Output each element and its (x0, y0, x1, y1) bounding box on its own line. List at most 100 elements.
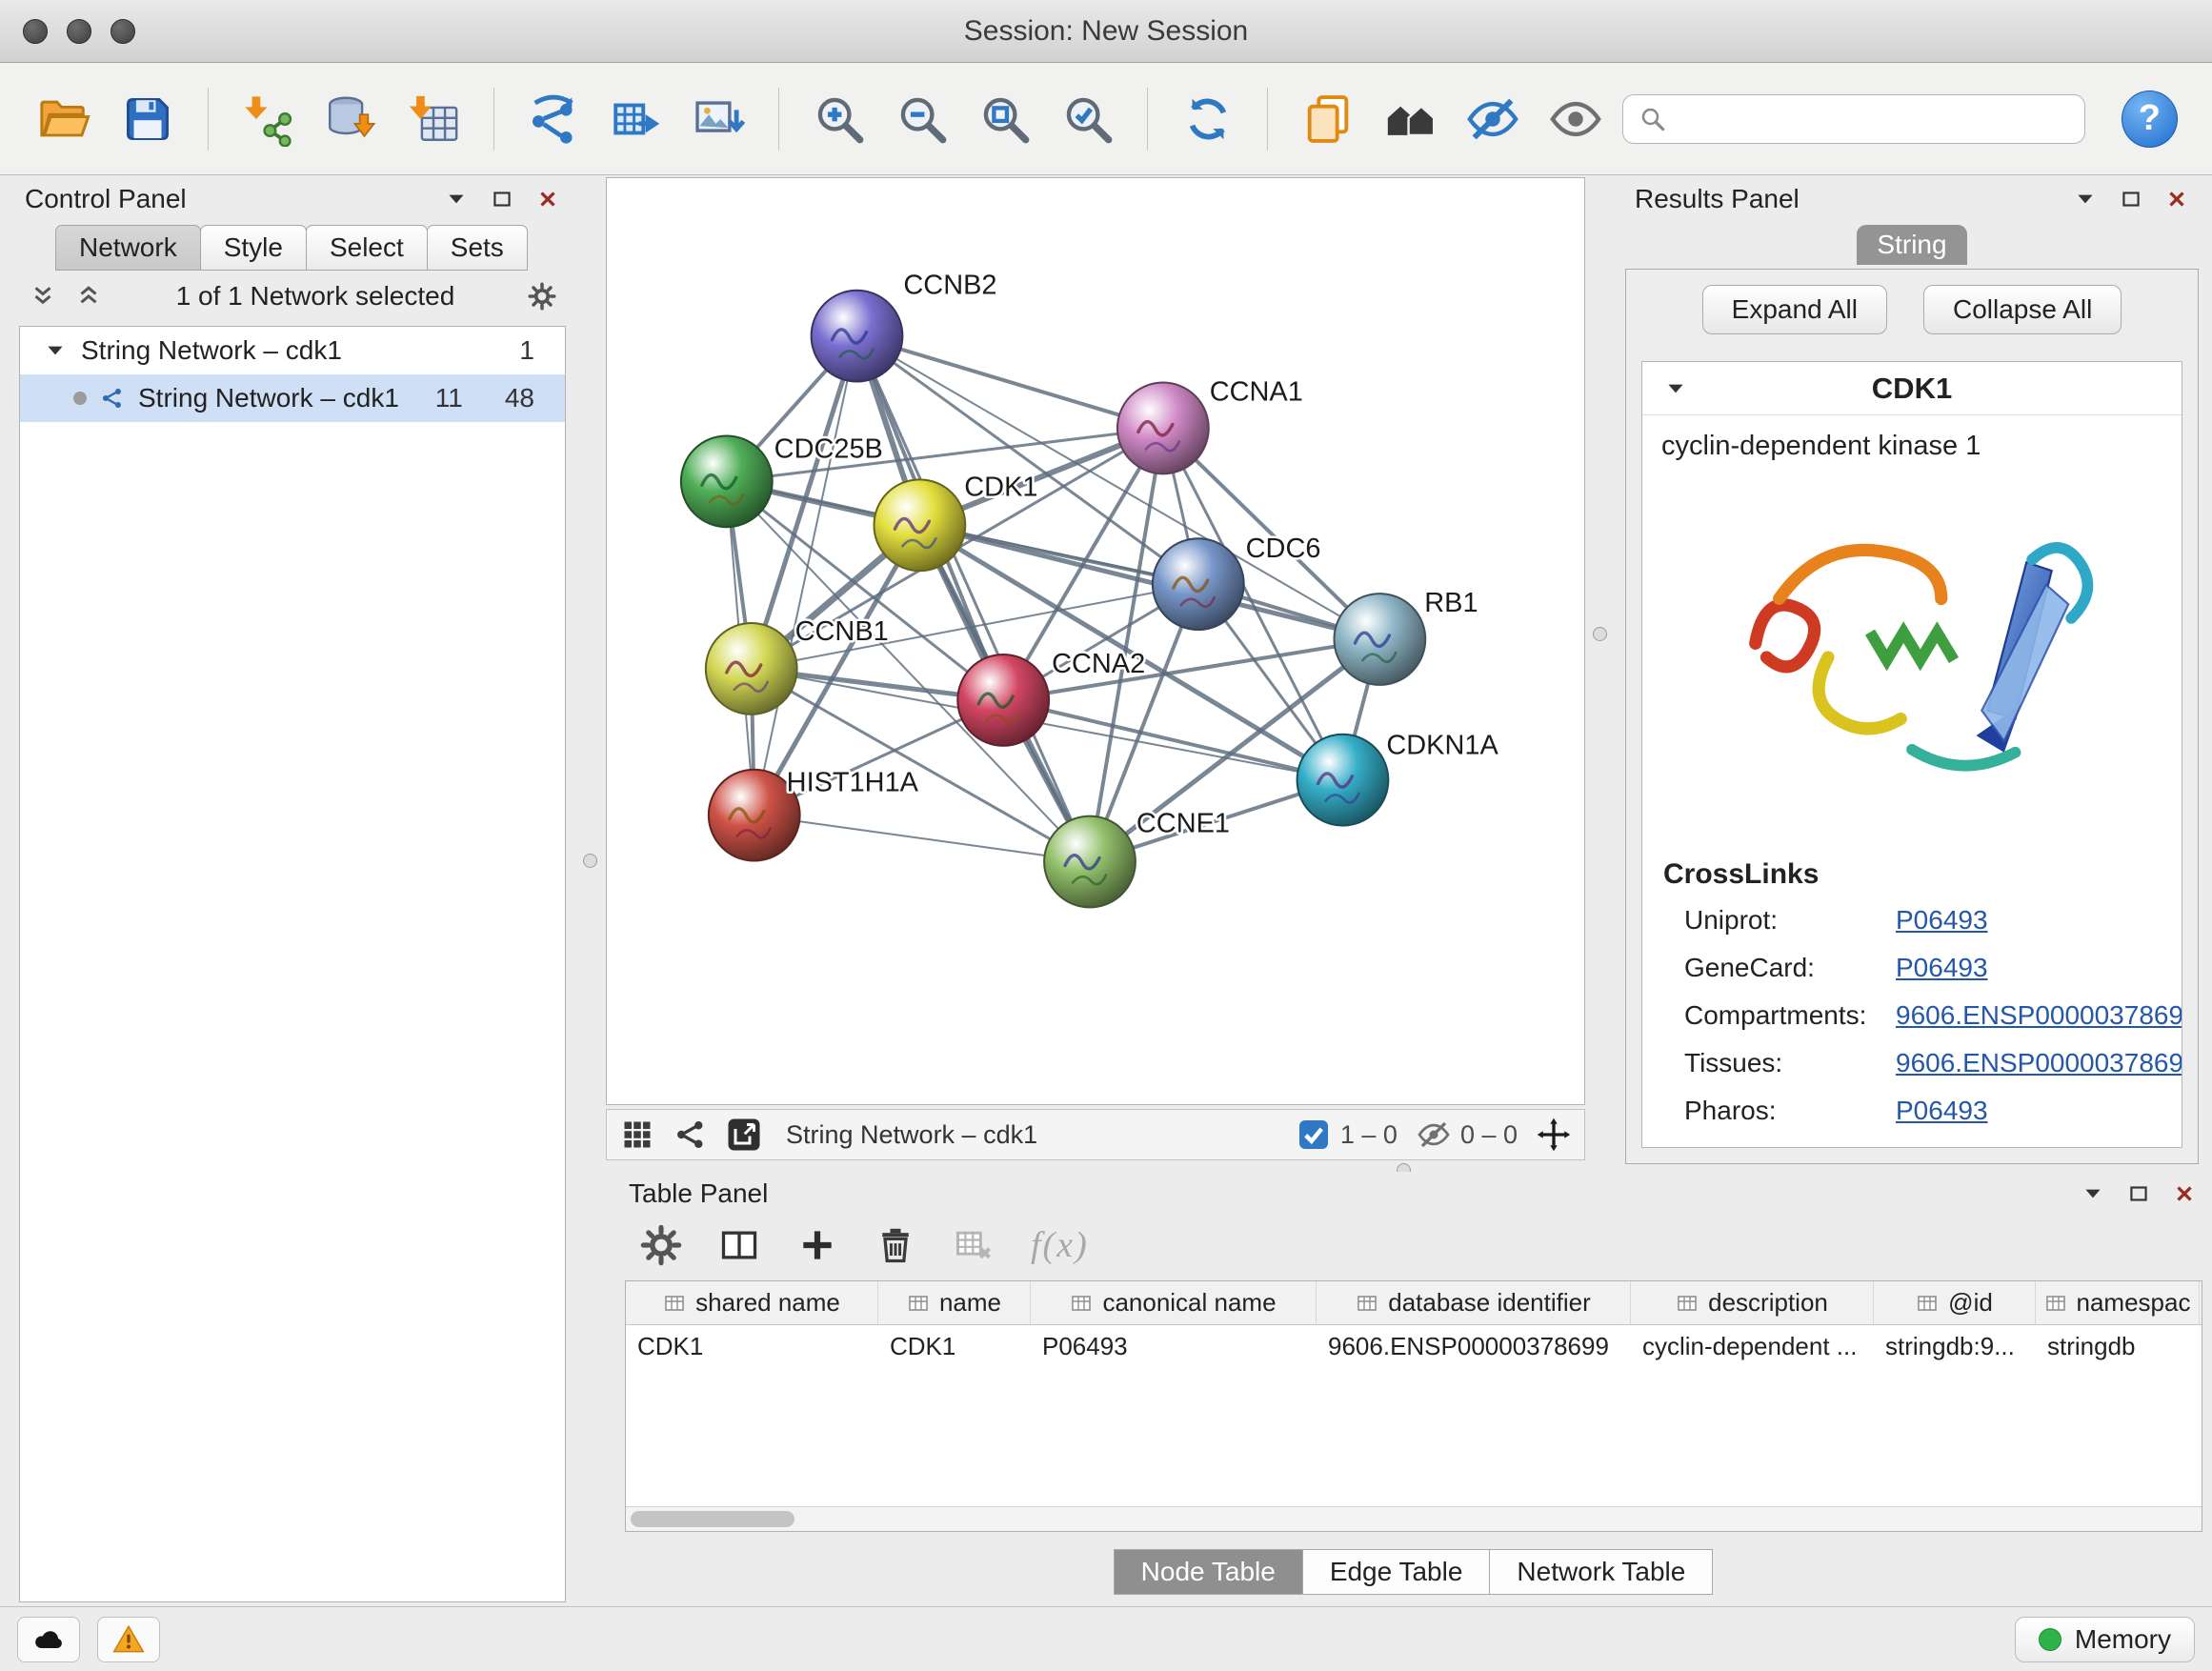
column-header-database-identifier[interactable]: database identifier (1317, 1281, 1631, 1324)
window-close-button[interactable] (23, 19, 48, 44)
node-CCNE1[interactable] (1044, 816, 1136, 908)
crosslink-value-link[interactable]: 9606.ENSP00000378699 (1896, 1048, 2182, 1078)
edge-CCNB2-HIST1H1A[interactable] (754, 336, 857, 815)
tab-network-table[interactable]: Network Table (1489, 1549, 1713, 1595)
panel-menu-icon[interactable] (2081, 1181, 2105, 1206)
table-row[interactable]: CDK1CDK1P064939606.ENSP00000378699cyclin… (626, 1325, 2202, 1367)
table-cell[interactable]: CDK1 (878, 1332, 1031, 1361)
selected-checkbox-icon[interactable] (1297, 1117, 1331, 1152)
tab-select[interactable]: Select (306, 225, 428, 271)
node-CDKN1A[interactable] (1297, 735, 1389, 826)
panel-float-icon[interactable] (2126, 1181, 2151, 1206)
table-horizontal-scrollbar[interactable] (626, 1506, 2202, 1531)
export-network-button[interactable] (600, 78, 674, 160)
caret-down-icon[interactable] (43, 338, 68, 363)
node-CCNA2[interactable] (957, 654, 1049, 746)
collapse-all-button[interactable]: Collapse All (1923, 285, 2122, 334)
table-cell[interactable]: P06493 (1031, 1332, 1317, 1361)
tab-node-table[interactable]: Node Table (1114, 1549, 1303, 1595)
column-header-canonical-name[interactable]: canonical name (1031, 1281, 1317, 1324)
search-input[interactable] (1679, 104, 2069, 133)
table-cell[interactable]: stringdb:9... (1874, 1332, 2036, 1361)
cloud-button[interactable] (17, 1617, 80, 1662)
show-columns-icon[interactable] (718, 1224, 760, 1266)
hide-selected-button[interactable] (1457, 78, 1530, 160)
import-network-database-button[interactable] (314, 78, 388, 160)
expand-all-icon[interactable] (74, 282, 103, 311)
collapse-all-icon[interactable] (29, 282, 57, 311)
home-view-button[interactable] (1374, 78, 1447, 160)
duplicate-button[interactable] (1291, 78, 1364, 160)
add-column-icon[interactable] (796, 1224, 838, 1266)
grid-view-icon[interactable] (620, 1117, 654, 1152)
expand-all-button[interactable]: Expand All (1702, 285, 1887, 334)
tab-style[interactable]: Style (200, 225, 307, 271)
import-table-file-button[interactable] (397, 78, 471, 160)
tab-edge-table[interactable]: Edge Table (1302, 1549, 1491, 1595)
network-canvas[interactable]: CCNB2CCNA1CDC25BCDK1CDC6RB1CCNB1CCNA2CDK… (607, 178, 1584, 1104)
clone-network-button[interactable] (517, 78, 591, 160)
column-header-name[interactable]: name (878, 1281, 1031, 1324)
network-view-mode-icon[interactable] (674, 1117, 708, 1152)
window-zoom-button[interactable] (111, 19, 135, 44)
table-cell[interactable]: CDK1 (626, 1332, 878, 1361)
warnings-button[interactable] (97, 1617, 160, 1662)
crosslink-value-link[interactable]: P06493 (1896, 953, 1988, 983)
node-CCNB1[interactable] (706, 623, 797, 715)
crosslink-value-link[interactable]: P06493 (1896, 905, 1988, 936)
column-header-description[interactable]: description (1631, 1281, 1874, 1324)
crosslink-value-link[interactable]: P06493 (1896, 1096, 1988, 1126)
tab-network[interactable]: Network (55, 225, 201, 271)
gear-icon[interactable] (528, 282, 556, 311)
save-session-button[interactable] (111, 78, 185, 160)
caret-down-icon[interactable] (1663, 376, 1688, 401)
import-network-file-button[interactable] (231, 78, 305, 160)
export-image-button[interactable] (683, 78, 756, 160)
panel-float-icon[interactable] (490, 187, 514, 211)
pan-mode-icon[interactable] (1537, 1117, 1571, 1152)
help-button[interactable]: ? (2122, 91, 2178, 148)
protein-card-header[interactable]: CDK1 (1642, 362, 2182, 415)
memory-button[interactable]: Memory (2015, 1617, 2195, 1662)
table-cell[interactable]: 9606.ENSP00000378699 (1317, 1332, 1631, 1361)
refresh-view-button[interactable] (1171, 78, 1244, 160)
edge-CCNB2-CCNA1[interactable] (857, 336, 1163, 429)
node-CDK1[interactable] (874, 479, 965, 571)
show-all-button[interactable] (1539, 78, 1613, 160)
tab-sets[interactable]: Sets (427, 225, 528, 271)
scrollbar-thumb[interactable] (631, 1511, 794, 1527)
gear-icon[interactable] (640, 1224, 682, 1266)
edge-HIST1H1A-CCNE1[interactable] (754, 815, 1090, 862)
table-cell[interactable]: stringdb (2036, 1332, 2200, 1361)
table-cell[interactable]: cyclin-dependent ... (1631, 1332, 1874, 1361)
splitter-handle[interactable] (583, 854, 597, 868)
detach-view-icon[interactable] (727, 1117, 761, 1152)
node-CDC25B[interactable] (681, 435, 773, 527)
panel-close-icon[interactable] (535, 187, 560, 211)
zoom-in-button[interactable] (802, 78, 875, 160)
delete-column-icon[interactable] (875, 1224, 916, 1266)
zoom-out-button[interactable] (885, 78, 958, 160)
network-row[interactable]: String Network – cdk1 11 48 (20, 374, 565, 422)
panel-close-icon[interactable] (2164, 187, 2189, 211)
node-CCNA1[interactable] (1117, 383, 1209, 474)
column-header-shared-name[interactable]: shared name (626, 1281, 878, 1324)
panel-close-icon[interactable] (2172, 1181, 2197, 1206)
node-CCNB2[interactable] (812, 291, 903, 382)
hidden-eye-icon[interactable] (1417, 1117, 1451, 1152)
panel-menu-icon[interactable] (444, 187, 469, 211)
panel-menu-icon[interactable] (2073, 187, 2098, 211)
column-header-namespac[interactable]: namespac (2036, 1281, 2200, 1324)
node-RB1[interactable] (1334, 594, 1425, 685)
node-CDC6[interactable] (1153, 538, 1244, 630)
window-minimize-button[interactable] (67, 19, 91, 44)
panel-float-icon[interactable] (2119, 187, 2143, 211)
network-collection-row[interactable]: String Network – cdk1 1 (20, 327, 565, 374)
zoom-fit-button[interactable] (968, 78, 1041, 160)
splitter-handle[interactable] (1593, 627, 1607, 641)
zoom-selected-button[interactable] (1051, 78, 1124, 160)
crosslink-value-link[interactable]: 9606.ENSP00000378699 (1896, 1000, 2182, 1031)
open-session-button[interactable] (29, 78, 102, 160)
tab-string[interactable]: String (1857, 225, 1967, 265)
column-header--id[interactable]: @id (1874, 1281, 2036, 1324)
